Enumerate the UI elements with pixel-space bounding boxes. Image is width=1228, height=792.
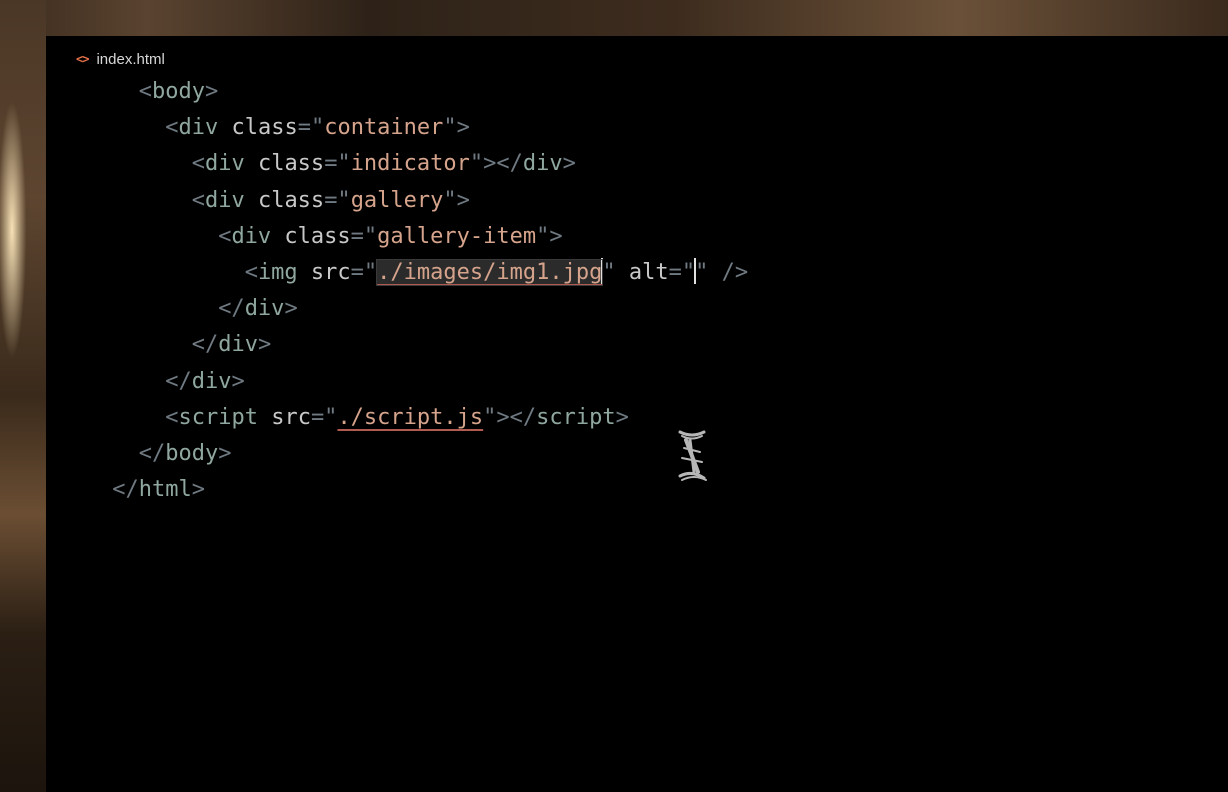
- code-token-attr: class: [244, 187, 325, 213]
- code-token-punct: >: [615, 404, 629, 430]
- code-token-punct: </: [191, 332, 219, 358]
- code-lines[interactable]: <body> <div class="container"> <div clas…: [46, 74, 748, 508]
- code-token-punct: <: [191, 151, 205, 177]
- code-token-punct: </: [138, 440, 166, 466]
- code-token-punct: >: [456, 115, 470, 141]
- code-token-tag: div: [191, 368, 232, 394]
- code-token-tag: html: [138, 477, 192, 503]
- code-token-punct: <: [165, 404, 179, 430]
- code-token-eq: ": [536, 223, 550, 249]
- code-token-punct: >: [257, 332, 272, 358]
- code-token-eq: ": [469, 151, 484, 177]
- code-token-tag: div: [244, 296, 285, 322]
- code-token-tag: div: [218, 332, 258, 358]
- text-ibeam-cursor-icon: [678, 430, 707, 481]
- code-token-punct: />: [708, 259, 749, 285]
- code-line[interactable]: <div class="gallery">: [46, 183, 748, 219]
- code-token-eq: ": [602, 259, 616, 285]
- code-token-punct: >: [284, 296, 298, 322]
- code-token-eq: ": [695, 259, 709, 285]
- code-token-tag: body: [151, 79, 205, 104]
- code-token-str-url: ./images/img1.jpg: [376, 258, 604, 286]
- code-token-punct: </: [218, 296, 245, 322]
- code-line[interactable]: <div class="container">: [46, 110, 748, 146]
- file-tab-label: index.html: [96, 50, 165, 68]
- code-line[interactable]: <div class="indicator"></div>: [46, 146, 748, 182]
- code-line[interactable]: <div class="gallery-item">: [46, 219, 748, 255]
- code-token-punct: </: [165, 368, 192, 394]
- code-token-eq: =": [324, 187, 351, 213]
- code-token-punct: >: [456, 187, 470, 213]
- code-line[interactable]: <body>: [46, 74, 748, 110]
- code-token-eq: =": [297, 115, 325, 141]
- code-token-attr: src: [297, 259, 351, 285]
- code-token-punct: <: [218, 223, 232, 249]
- code-token-attr: src: [257, 404, 311, 430]
- code-token-eq: =": [350, 223, 378, 249]
- code-token-tag: div: [522, 151, 563, 177]
- code-token-str: indicator: [350, 151, 470, 177]
- code-token-tag: div: [178, 115, 219, 141]
- code-token-punct: >: [191, 477, 205, 503]
- code-token-tag: script: [536, 404, 616, 430]
- code-line[interactable]: </body>: [46, 436, 748, 472]
- code-token-str-url: ./script.js: [337, 404, 484, 430]
- code-token-tag: script: [178, 404, 258, 430]
- code-token-eq: ": [443, 115, 457, 141]
- file-tab[interactable]: <> index.html: [76, 48, 165, 70]
- code-line[interactable]: </div>: [46, 364, 748, 400]
- code-brackets-icon: <>: [76, 52, 89, 66]
- code-token-punct: <: [138, 79, 152, 104]
- code-token-eq: ": [443, 187, 457, 213]
- code-token-punct: >: [204, 79, 219, 104]
- background-scene-top: [0, 0, 1228, 36]
- code-token-punct: <: [191, 187, 205, 213]
- code-token-punct: >: [562, 151, 576, 177]
- code-token-punct: ></: [496, 404, 537, 430]
- code-token-attr: alt: [615, 259, 669, 285]
- code-token-str: gallery: [350, 187, 444, 213]
- code-token-str: gallery-item: [377, 223, 537, 249]
- background-scene-left: [0, 0, 46, 792]
- code-token-punct: >: [218, 440, 232, 466]
- code-token-attr: class: [271, 223, 351, 249]
- code-token-str: container: [324, 115, 444, 141]
- code-line[interactable]: </div>: [46, 291, 748, 327]
- code-token-punct: <: [244, 259, 258, 285]
- code-token-punct: >: [231, 368, 245, 394]
- code-token-punct: >: [549, 223, 563, 249]
- code-token-tag: img: [257, 259, 298, 285]
- code-token-attr: class: [218, 115, 298, 141]
- code-token-tag: div: [204, 151, 245, 177]
- code-line[interactable]: </html>: [46, 472, 748, 508]
- code-token-tag: body: [165, 440, 219, 466]
- code-token-punct: ></: [483, 151, 523, 177]
- code-token-eq: =": [668, 259, 696, 285]
- code-token-punct: <: [165, 115, 179, 141]
- code-token-attr: class: [244, 151, 325, 177]
- code-token-eq: =": [350, 259, 378, 285]
- code-token-eq: ": [483, 404, 497, 430]
- code-token-eq: =": [324, 151, 351, 177]
- code-line[interactable]: <script src="./script.js"></script>: [46, 400, 748, 436]
- code-token-eq: =": [310, 404, 338, 430]
- code-token-punct: </: [112, 477, 139, 503]
- code-token-tag: div: [231, 223, 272, 249]
- code-token-tag: div: [204, 187, 245, 213]
- code-line[interactable]: </div>: [46, 327, 748, 363]
- code-editor[interactable]: <> index.html <body> <div class="contain…: [46, 36, 1228, 792]
- code-line[interactable]: <img src="./images/img1.jpg" alt="" />: [46, 255, 748, 291]
